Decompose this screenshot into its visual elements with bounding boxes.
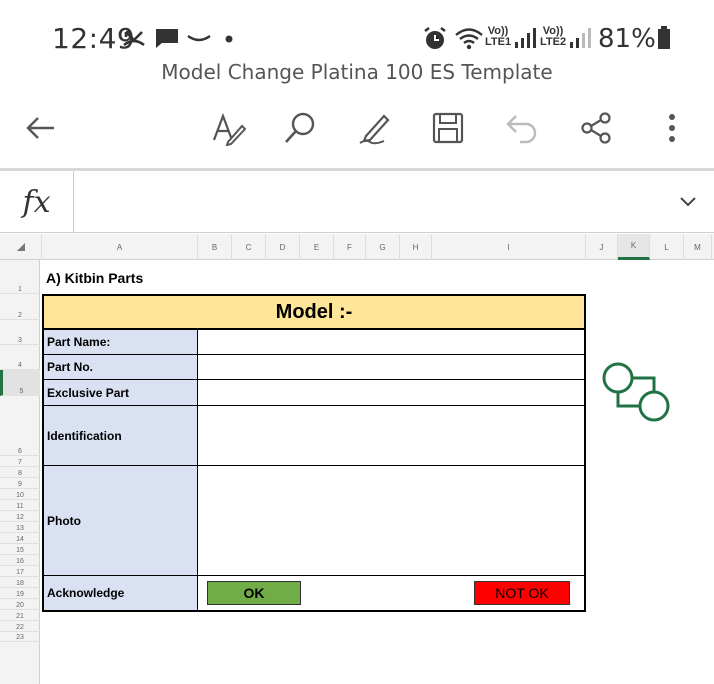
part-name-label[interactable]: Part Name: bbox=[44, 330, 198, 354]
back-button[interactable] bbox=[16, 104, 64, 152]
sim1-label: Vo)) LTE1 bbox=[485, 25, 512, 48]
row-header-19[interactable]: 19 bbox=[0, 588, 40, 599]
app-toolbar bbox=[0, 96, 714, 160]
column-header-i[interactable]: I bbox=[432, 234, 586, 260]
undo-button[interactable] bbox=[498, 104, 546, 152]
search-icon bbox=[285, 112, 315, 143]
select-all-corner[interactable] bbox=[0, 234, 42, 260]
status-bar: 12:49 Vo)) LTE1 Vo)) LTE2 81% bbox=[0, 0, 714, 62]
shapes-object-icon[interactable] bbox=[598, 360, 674, 426]
part-no-cell[interactable] bbox=[199, 355, 584, 379]
row-header-23[interactable]: 23 bbox=[0, 632, 40, 642]
formula-bar: fx bbox=[0, 171, 714, 233]
row-header-7[interactable]: 7 bbox=[0, 456, 40, 467]
share-button[interactable] bbox=[572, 104, 620, 152]
battery-icon bbox=[658, 26, 670, 55]
more-options-button[interactable] bbox=[648, 104, 696, 152]
photo-cell[interactable] bbox=[199, 466, 584, 575]
text-format-icon bbox=[212, 112, 246, 146]
text-format-button[interactable] bbox=[204, 104, 252, 152]
acknowledge-label[interactable]: Acknowledge bbox=[44, 576, 198, 610]
row-header-9[interactable]: 9 bbox=[0, 478, 40, 489]
row-header-21[interactable]: 21 bbox=[0, 610, 40, 621]
signal-sim1-icon bbox=[514, 26, 536, 55]
row-header-20[interactable]: 20 bbox=[0, 599, 40, 610]
draw-pen-icon bbox=[359, 114, 390, 145]
search-button[interactable] bbox=[276, 104, 324, 152]
row-header-5[interactable]: 5 bbox=[0, 370, 40, 396]
document-title: Model Change Platina 100 ES Template bbox=[161, 60, 553, 84]
more-vert-icon bbox=[669, 114, 675, 142]
column-header-d[interactable]: D bbox=[266, 234, 300, 260]
column-header-f[interactable]: F bbox=[334, 234, 366, 260]
column-header-b[interactable]: B bbox=[198, 234, 232, 260]
row-header-11[interactable]: 11 bbox=[0, 500, 40, 511]
row-header-13[interactable]: 13 bbox=[0, 522, 40, 533]
row-header-2[interactable]: 2 bbox=[0, 294, 40, 320]
exclusive-part-label[interactable]: Exclusive Part bbox=[44, 380, 198, 405]
save-button[interactable] bbox=[424, 104, 472, 152]
row-header-12[interactable]: 12 bbox=[0, 511, 40, 522]
battery-level: 81% bbox=[598, 24, 656, 54]
ok-button[interactable]: OK bbox=[207, 581, 301, 605]
draw-button[interactable] bbox=[350, 104, 398, 152]
row-header-17[interactable]: 17 bbox=[0, 566, 40, 577]
table-row: Acknowledge OK NOT OK bbox=[44, 576, 584, 610]
table-row: Part No. bbox=[44, 355, 584, 380]
acknowledge-cell[interactable]: OK NOT OK bbox=[199, 576, 584, 610]
photo-label[interactable]: Photo bbox=[44, 466, 198, 575]
column-header-m[interactable]: M bbox=[684, 234, 712, 260]
row-header-15[interactable]: 15 bbox=[0, 544, 40, 555]
column-header-c[interactable]: C bbox=[232, 234, 266, 260]
kitbin-form-table: Model :- Part Name: Part No. Exclusive P… bbox=[42, 294, 586, 612]
save-icon bbox=[432, 112, 464, 144]
column-header-j[interactable]: J bbox=[586, 234, 618, 260]
missed-call-icon bbox=[122, 26, 146, 55]
wifi-icon bbox=[454, 26, 484, 57]
row-header-4[interactable]: 4 bbox=[0, 345, 40, 370]
share-icon bbox=[581, 112, 611, 144]
row-header-16[interactable]: 16 bbox=[0, 555, 40, 566]
chevron-down-icon[interactable] bbox=[676, 189, 700, 213]
back-arrow-icon bbox=[26, 117, 54, 139]
column-header-k[interactable]: K bbox=[618, 234, 650, 260]
column-header-l[interactable]: L bbox=[650, 234, 684, 260]
column-header-g[interactable]: G bbox=[366, 234, 400, 260]
alarm-icon bbox=[422, 26, 448, 57]
model-header-cell[interactable]: Model :- bbox=[44, 296, 584, 330]
not-ok-button[interactable]: NOT OK bbox=[474, 581, 570, 605]
table-row: Photo bbox=[44, 466, 584, 576]
exclusive-part-cell[interactable] bbox=[199, 380, 584, 405]
more-notifications-dot-icon bbox=[224, 26, 234, 55]
column-header-e[interactable]: E bbox=[300, 234, 334, 260]
notification-icon bbox=[186, 26, 212, 55]
table-row: Identification bbox=[44, 406, 584, 466]
row-header-14[interactable]: 14 bbox=[0, 533, 40, 544]
signal-sim2-icon bbox=[569, 26, 591, 55]
part-name-cell[interactable] bbox=[199, 330, 584, 354]
undo-icon bbox=[506, 115, 537, 144]
table-row: Exclusive Part bbox=[44, 380, 584, 406]
formula-input[interactable] bbox=[76, 171, 664, 233]
sim2-label: Vo)) LTE2 bbox=[540, 25, 567, 48]
row-header-8[interactable]: 8 bbox=[0, 467, 40, 478]
row-header-1[interactable]: 1 bbox=[0, 260, 40, 294]
table-row: Part Name: bbox=[44, 330, 584, 355]
part-no-label[interactable]: Part No. bbox=[44, 355, 198, 379]
row-header-10[interactable]: 10 bbox=[0, 489, 40, 500]
section-title[interactable]: A) Kitbin Parts bbox=[46, 270, 143, 286]
row-header-22[interactable]: 22 bbox=[0, 621, 40, 632]
column-headers: ABCDEFGHIJKLM bbox=[0, 234, 714, 260]
row-header-6[interactable]: 6 bbox=[0, 396, 40, 456]
function-label[interactable]: fx bbox=[0, 171, 74, 233]
row-header-3[interactable]: 3 bbox=[0, 320, 40, 345]
column-header-h[interactable]: H bbox=[400, 234, 432, 260]
identification-cell[interactable] bbox=[199, 406, 584, 465]
column-header-a[interactable]: A bbox=[42, 234, 198, 260]
row-header-18[interactable]: 18 bbox=[0, 577, 40, 588]
identification-label[interactable]: Identification bbox=[44, 406, 198, 465]
message-icon bbox=[154, 26, 180, 55]
row-headers: 1 2 3 4 5 6 7 8 9 10 11 12 13 14 15 16 17 18 19 20 21 22 23 bbox=[0, 260, 40, 684]
